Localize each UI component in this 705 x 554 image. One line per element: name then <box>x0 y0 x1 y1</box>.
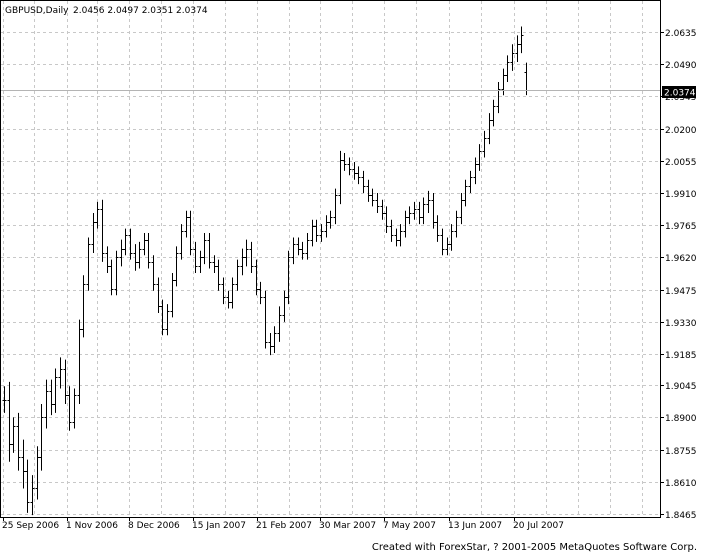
footer-credit: Created with ForexStar, ? 2001-2005 Meta… <box>372 542 697 553</box>
y-tick-label: 1.8465 <box>665 511 697 521</box>
x-tick-label: 30 Mar 2007 <box>319 521 376 531</box>
x-tick-label: 1 Nov 2006 <box>66 521 118 531</box>
x-tick-label: 20 Jul 2007 <box>513 521 564 531</box>
x-tick-label: 21 Feb 2007 <box>256 521 312 531</box>
y-tick-label: 1.8610 <box>665 479 697 489</box>
price-chart[interactable]: 2.06352.04902.03452.02002.00551.99101.97… <box>0 0 705 554</box>
current-price-marker: 2.0374 <box>662 86 696 99</box>
x-tick-label: 25 Sep 2006 <box>2 521 59 531</box>
y-tick-label: 1.9185 <box>665 351 697 361</box>
y-tick-label: 1.9765 <box>665 222 697 232</box>
y-tick-label: 2.0055 <box>665 158 697 168</box>
current-price-label: 2.0374 <box>664 89 696 99</box>
y-tick-label: 1.8900 <box>665 414 697 424</box>
y-tick-label: 2.0200 <box>665 126 697 136</box>
y-tick-label: 2.0635 <box>665 29 697 39</box>
x-tick-label: 15 Jan 2007 <box>192 521 246 531</box>
y-tick-label: 1.9910 <box>665 190 697 200</box>
x-tick-label: 13 Jun 2007 <box>448 521 502 531</box>
y-tick-label: 1.9475 <box>665 287 697 297</box>
y-tick-label: 1.8755 <box>665 447 697 457</box>
y-tick-label: 1.9330 <box>665 319 697 329</box>
y-tick-label: 1.9045 <box>665 382 697 392</box>
ohlc-readout: 2.0456 2.0497 2.0351 2.0374 <box>73 6 208 16</box>
symbol-timeframe: GBPUSD,Daily <box>5 6 69 16</box>
x-tick-label: 7 May 2007 <box>383 521 436 531</box>
y-tick-label: 2.0490 <box>665 61 697 71</box>
x-tick-label: 8 Dec 2006 <box>128 521 180 531</box>
y-tick-label: 1.9620 <box>665 254 697 264</box>
